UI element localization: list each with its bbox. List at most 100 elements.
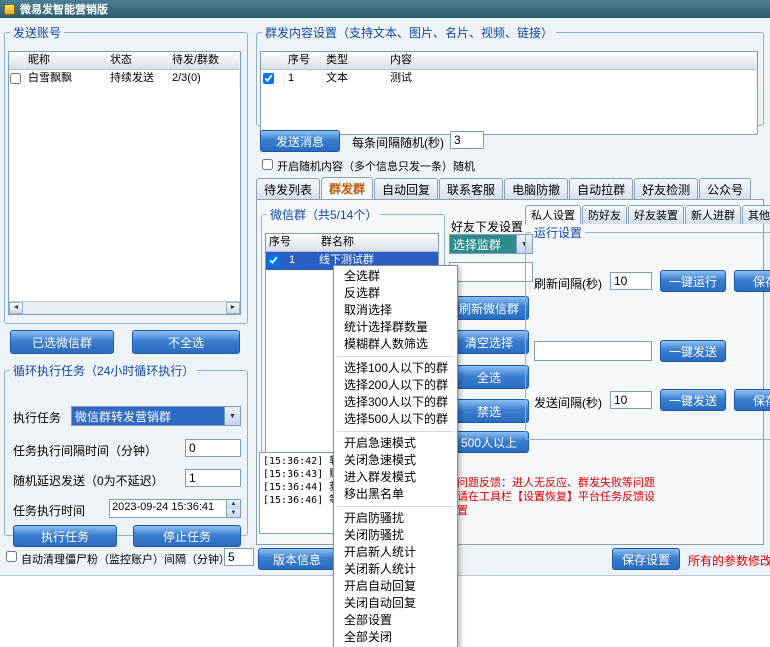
exec-task-select[interactable]: 微信群转发营销群 ▼ xyxy=(71,406,241,426)
refresh-interval-input[interactable] xyxy=(610,272,652,290)
accounts-hscrollbar[interactable]: ◄ ► xyxy=(9,301,240,314)
col-count[interactable]: 待发/群数 xyxy=(169,52,240,70)
groups-list-header: 序号 群名称 xyxy=(266,234,438,252)
subtab-anti-friend[interactable]: 防好友 xyxy=(582,205,627,224)
task-time-picker[interactable]: 2023-09-24 15:36:41 ▲▼ xyxy=(109,499,241,518)
selected-groups-button[interactable]: 已选微信群 xyxy=(10,330,114,354)
menu-item[interactable]: 全部关闭 xyxy=(334,629,457,646)
subtab-private[interactable]: 私人设置 xyxy=(525,205,581,224)
group-filter-select[interactable]: 选择监群 ▼ xyxy=(449,234,533,254)
run-task-button[interactable]: 执行任务 xyxy=(13,525,117,547)
send-gap-input[interactable] xyxy=(610,391,652,409)
save-settings-button[interactable]: 保存设置 xyxy=(612,548,680,570)
menu-item[interactable]: 反选群 xyxy=(334,285,457,302)
menu-item[interactable]: 进入群发模式 xyxy=(334,469,457,486)
auto-clean-label: 自动清理僵尸粉（监控账户）间隔（分钟） xyxy=(21,551,230,567)
send-message-button[interactable]: 发送消息 xyxy=(260,130,340,152)
auto-clean-interval-input[interactable] xyxy=(224,548,254,566)
menu-item[interactable]: 统计选择群数量 xyxy=(334,319,457,336)
subtab-new-member[interactable]: 新人进群 xyxy=(685,205,741,224)
auto-clean-checkbox[interactable] xyxy=(6,551,17,562)
col-status[interactable]: 状态 xyxy=(107,52,169,70)
tab-contact-service[interactable]: 联系客服 xyxy=(439,178,503,200)
menu-item[interactable]: 模糊群人数筛选 xyxy=(334,336,457,353)
subtab-friend-device[interactable]: 好友装置 xyxy=(628,205,684,224)
refresh-groups-button[interactable]: 刷新微信群 xyxy=(449,296,529,320)
menu-item[interactable]: 全选群 xyxy=(334,268,457,285)
group-checkbox-cell xyxy=(266,252,286,270)
task-interval-input[interactable] xyxy=(185,439,241,457)
menu-item[interactable]: 移出黑名单 xyxy=(334,486,457,503)
over-500-button[interactable]: 500人以上 xyxy=(449,431,529,453)
menu-item[interactable]: 选择200人以下的群 xyxy=(334,377,457,394)
content-group: 群发内容设置（支持文本、图片、名片、视频、链接） 序号 类型 内容 1 文本 测… xyxy=(256,24,764,126)
random-content-label: 开启随机内容（多个信息只发一条）随机 xyxy=(277,158,475,174)
menu-item[interactable]: 取消选择 xyxy=(334,302,457,319)
content-type: 文本 xyxy=(323,70,387,88)
task-delay-input[interactable] xyxy=(185,469,241,487)
spinner-updown-icon[interactable]: ▲▼ xyxy=(226,500,240,517)
tab-anti-recall[interactable]: 电脑防撤 xyxy=(504,178,568,200)
scroll-right-arrow-icon[interactable]: ► xyxy=(226,302,240,314)
menu-item[interactable]: 关闭自动回复 xyxy=(334,595,457,612)
group-keyword-input[interactable] xyxy=(449,262,533,282)
tab-official-account[interactable]: 公众号 xyxy=(699,178,751,200)
tab-group-send[interactable]: 群发群 xyxy=(321,177,373,200)
one-key-send-button-1[interactable]: 一键发送 xyxy=(660,340,726,362)
content-checkbox[interactable] xyxy=(263,73,274,84)
send-gap-label: 发送间隔(秒) xyxy=(534,394,602,411)
subtab-other[interactable]: 其他 xyxy=(742,205,770,224)
scroll-left-arrow-icon[interactable]: ◄ xyxy=(9,302,23,314)
one-key-run-button[interactable]: 一键运行 xyxy=(660,270,726,292)
menu-item[interactable]: 全部设置 xyxy=(334,612,457,629)
menu-item[interactable]: 选择100人以下的群 xyxy=(334,360,457,377)
version-info-button[interactable]: 版本信息 xyxy=(258,548,336,570)
menu-item[interactable]: 开启急速模式 xyxy=(334,435,457,452)
menu-separator xyxy=(337,431,454,432)
send-interval-input[interactable] xyxy=(450,131,484,149)
menu-item[interactable]: 选择300人以下的群 xyxy=(334,394,457,411)
random-content-checkbox[interactable] xyxy=(262,159,273,170)
menu-item[interactable]: 关闭新人统计 xyxy=(334,561,457,578)
col-group-name[interactable]: 群名称 xyxy=(318,234,438,252)
tab-pending-list[interactable]: 待发列表 xyxy=(256,178,320,200)
select-all-button[interactable]: 全选 xyxy=(449,365,529,389)
stop-task-button[interactable]: 停止任务 xyxy=(133,525,241,547)
account-checkbox-cell xyxy=(9,70,25,88)
col-type[interactable]: 类型 xyxy=(323,52,387,70)
menu-item[interactable]: 关闭急速模式 xyxy=(334,452,457,469)
footer-warning: 所有的参数修改需要保存后生效 xyxy=(688,552,770,569)
tab-auto-reply[interactable]: 自动回复 xyxy=(374,178,438,200)
window-title: 微易发智能营销版 xyxy=(20,1,108,17)
select-none-button[interactable]: 不全选 xyxy=(132,330,240,354)
title-bar[interactable]: 微易发智能营销版 xyxy=(0,0,770,18)
tab-auto-invite[interactable]: 自动拉群 xyxy=(569,178,633,200)
col-group-index[interactable]: 序号 xyxy=(266,234,318,252)
exec-task-value: 微信群转发营销群 xyxy=(72,407,224,425)
save-button-1[interactable]: 保存 xyxy=(734,270,770,292)
app-icon xyxy=(4,4,15,15)
content-row[interactable]: 1 文本 测试 xyxy=(261,70,757,88)
menu-item[interactable]: 开启防骚扰 xyxy=(334,510,457,527)
one-key-send-button-2[interactable]: 一键发送 xyxy=(660,389,726,411)
account-checkbox[interactable] xyxy=(10,73,21,84)
send-content-input[interactable] xyxy=(534,341,652,361)
content-index: 1 xyxy=(285,70,323,88)
col-index[interactable]: 序号 xyxy=(285,52,323,70)
menu-item[interactable]: 开启自动回复 xyxy=(334,578,457,595)
menu-item[interactable]: 选择500人以下的群 xyxy=(334,411,457,428)
col-content[interactable]: 内容 xyxy=(387,52,757,70)
col-nick[interactable]: 昵称 xyxy=(25,52,107,70)
forbid-select-button[interactable]: 禁选 xyxy=(449,399,529,423)
clear-selection-button[interactable]: 清空选择 xyxy=(449,330,529,354)
menu-item[interactable]: 关闭防骚扰 xyxy=(334,527,457,544)
chevron-down-icon[interactable]: ▼ xyxy=(224,407,240,425)
account-row[interactable]: 白雪飘飘 持续发送 2/3(0) xyxy=(9,70,240,88)
save-button-2[interactable]: 保存 xyxy=(734,389,770,411)
menu-item[interactable]: 开启新人统计 xyxy=(334,544,457,561)
tab-friend-check[interactable]: 好友检测 xyxy=(634,178,698,200)
send-interval-label: 每条间隔随机(秒) xyxy=(352,134,444,151)
accounts-table-header: 昵称 状态 待发/群数 xyxy=(9,52,240,70)
menu-separator xyxy=(337,506,454,507)
group-checkbox[interactable] xyxy=(268,255,279,266)
